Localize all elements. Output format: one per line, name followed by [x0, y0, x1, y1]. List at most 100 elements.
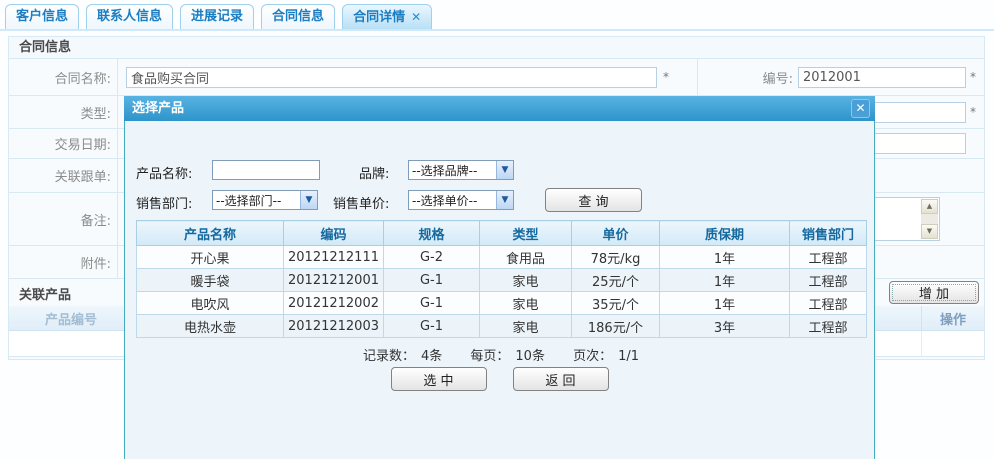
- dept-select-value: --选择部门--: [213, 192, 300, 209]
- cell-product-name: 电热水壶: [137, 315, 284, 338]
- chevron-down-icon[interactable]: ▼: [300, 191, 317, 209]
- cell-sales-dept: 工程部: [790, 246, 867, 269]
- col-header-warranty: 质保期: [660, 221, 790, 246]
- cell-product-name: 开心果: [137, 246, 284, 269]
- modal-actions: 选 中 返 回: [125, 367, 874, 391]
- select-button[interactable]: 选 中: [391, 367, 487, 391]
- tab-label: 联系人信息: [97, 9, 162, 24]
- type-label: 类型:: [9, 96, 118, 128]
- cell-unit-price: 78元/kg: [572, 246, 660, 269]
- table-row[interactable]: 开心果 20121212111 G-2 食用品 78元/kg 1年 工程部: [137, 246, 867, 269]
- modal-close-icon[interactable]: ✕: [851, 99, 870, 118]
- cell-product-name: 暖手袋: [137, 269, 284, 292]
- cell-product-name: 电吹风: [137, 292, 284, 315]
- col-header-product-name: 产品名称: [137, 221, 284, 246]
- cell-code: 20121212003: [284, 315, 384, 338]
- cell-type: 食用品: [480, 246, 572, 269]
- dept-filter-label: 销售部门:: [136, 193, 192, 212]
- col-header-sales-dept: 销售部门: [790, 221, 867, 246]
- cell-sales-dept: 工程部: [790, 292, 867, 315]
- cell-type: 家电: [480, 315, 572, 338]
- cell-unit-price: 186元/个: [572, 315, 660, 338]
- tab-close-icon[interactable]: ✕: [411, 6, 421, 29]
- cell-code: 20121212002: [284, 292, 384, 315]
- cell-unit-price: 35元/个: [572, 292, 660, 315]
- tab-label: 合同信息: [272, 9, 324, 24]
- page-label: 页次：: [573, 349, 612, 364]
- modal-title: 选择产品: [132, 101, 184, 116]
- contract-info-section-title: 合同信息: [9, 37, 984, 59]
- select-product-modal: 选择产品 ✕ 产品名称: 品牌: --选择品牌-- ▼ 销售部门: --选择部门…: [124, 96, 875, 459]
- price-select[interactable]: --选择单价-- ▼: [408, 190, 514, 210]
- cell-spec: G-1: [384, 269, 480, 292]
- table-row[interactable]: 暖手袋 20121212001 G-1 家电 25元/个 1年 工程部: [137, 269, 867, 292]
- cell-spec: G-1: [384, 315, 480, 338]
- search-button[interactable]: 查 询: [545, 188, 642, 212]
- brand-filter-label: 品牌:: [359, 163, 389, 182]
- contract-name-label: 合同名称:: [9, 59, 118, 95]
- chevron-down-icon[interactable]: ▼: [496, 161, 513, 179]
- modal-title-bar[interactable]: 选择产品 ✕: [124, 96, 875, 121]
- cell-warranty: 3年: [660, 315, 790, 338]
- col-header-code: 编码: [284, 221, 384, 246]
- col-header-spec: 规格: [384, 221, 480, 246]
- records-label: 记录数：: [363, 349, 415, 364]
- tab-contract-detail[interactable]: 合同详情 ✕: [342, 4, 432, 29]
- number-input[interactable]: [798, 67, 966, 88]
- product-name-filter-label: 产品名称:: [136, 163, 192, 182]
- tab-label: 进展记录: [191, 9, 243, 24]
- trade-date-label: 交易日期:: [9, 129, 118, 158]
- dept-select[interactable]: --选择部门-- ▼: [212, 190, 318, 210]
- price-select-value: --选择单价--: [409, 192, 496, 209]
- number-label: 编号:: [669, 59, 793, 95]
- tab-label: 客户信息: [16, 9, 68, 24]
- modal-body: 产品名称: 品牌: --选择品牌-- ▼ 销售部门: --选择部门-- ▼ 销售…: [124, 121, 875, 459]
- cell-unit-price: 25元/个: [572, 269, 660, 292]
- chevron-down-icon[interactable]: ▼: [496, 191, 513, 209]
- divider: [921, 331, 922, 356]
- pagination: 记录数：4条 每页：10条 页次：1/1: [136, 345, 866, 364]
- cell-spec: G-1: [384, 292, 480, 315]
- required-mark: *: [970, 70, 976, 84]
- product-no-column-header: 产品编号: [9, 306, 134, 330]
- related-products-title: 关联产品: [19, 284, 71, 303]
- page-value: 1/1: [618, 349, 639, 364]
- cell-warranty: 1年: [660, 269, 790, 292]
- cell-sales-dept: 工程部: [790, 315, 867, 338]
- operation-column-header: 操作: [921, 306, 984, 330]
- product-name-filter-input[interactable]: [212, 160, 320, 180]
- records-value: 4条: [421, 349, 442, 364]
- cell-warranty: 1年: [660, 246, 790, 269]
- remark-label: 备注:: [9, 193, 118, 245]
- cell-sales-dept: 工程部: [790, 269, 867, 292]
- textarea-scrollbar[interactable]: ▲ ▼: [921, 199, 938, 239]
- product-table: 产品名称 编码 规格 类型 单价 质保期 销售部门 开心果 2012121211…: [136, 220, 867, 338]
- add-product-button[interactable]: 增 加: [889, 281, 979, 304]
- attachment-label: 附件:: [9, 246, 118, 278]
- brand-select[interactable]: --选择品牌-- ▼: [408, 160, 514, 180]
- col-header-type: 类型: [480, 221, 572, 246]
- per-page-label: 每页：: [470, 349, 509, 364]
- tab-contact-info[interactable]: 联系人信息: [86, 4, 173, 29]
- back-button[interactable]: 返 回: [513, 367, 609, 391]
- cell-code: 20121212001: [284, 269, 384, 292]
- tab-label: 合同详情: [353, 6, 405, 29]
- form-row-contract-name: 合同名称: * 编号: *: [9, 59, 984, 96]
- table-row[interactable]: 电热水壶 20121212003 G-1 家电 186元/个 3年 工程部: [137, 315, 867, 338]
- scroll-up-icon[interactable]: ▲: [921, 199, 938, 214]
- product-table-header-row: 产品名称 编码 规格 类型 单价 质保期 销售部门: [137, 221, 867, 246]
- cell-type: 家电: [480, 269, 572, 292]
- contract-name-input[interactable]: [126, 67, 657, 88]
- col-header-unit-price: 单价: [572, 221, 660, 246]
- table-row[interactable]: 电吹风 20121212002 G-1 家电 35元/个 1年 工程部: [137, 292, 867, 315]
- cell-warranty: 1年: [660, 292, 790, 315]
- related-order-label: 关联跟单:: [9, 159, 118, 192]
- tab-progress-record[interactable]: 进展记录: [180, 4, 254, 29]
- tab-contract-info[interactable]: 合同信息: [261, 4, 335, 29]
- required-mark: *: [970, 105, 976, 119]
- price-filter-label: 销售单价:: [333, 193, 389, 212]
- cell-type: 家电: [480, 292, 572, 315]
- scroll-down-icon[interactable]: ▼: [921, 224, 938, 239]
- tab-customer-info[interactable]: 客户信息: [5, 4, 79, 29]
- tab-bar: 客户信息 联系人信息 进展记录 合同信息 合同详情 ✕: [0, 3, 994, 31]
